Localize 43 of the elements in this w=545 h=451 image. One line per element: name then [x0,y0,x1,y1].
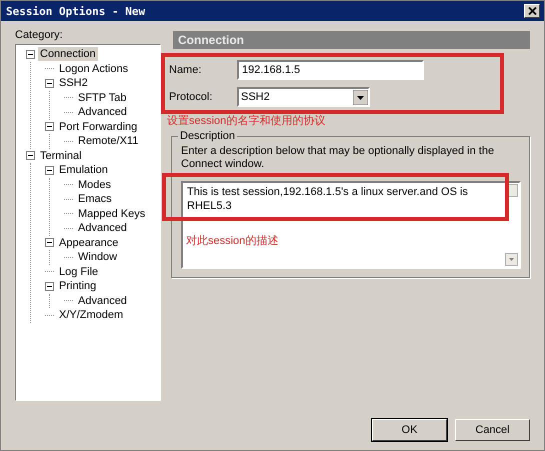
tree-item[interactable]: Terminal [38,148,84,163]
cancel-button[interactable]: Cancel [455,419,530,441]
collapse-icon[interactable] [45,166,54,175]
group-legend: Description [178,130,238,142]
close-icon [528,7,536,15]
category-label: Category: [15,29,64,41]
tree-item[interactable]: SSH2 [57,76,90,90]
protocol-label: Protocol: [169,91,214,103]
tree-item[interactable]: Printing [57,279,98,294]
tree-item[interactable]: Mapped Keys [76,206,148,221]
tree-item[interactable]: Window [76,250,120,264]
protocol-dropdown[interactable]: SSH2 [237,87,370,107]
collapse-icon[interactable] [45,78,54,88]
tree-item[interactable]: Advanced [76,105,129,120]
tree-item[interactable]: Modes [76,178,114,192]
tree-item[interactable]: Advanced [76,294,129,308]
tree-item[interactable]: Remote/X11 [76,134,140,148]
tree-item[interactable]: X/Y/Zmodem [57,308,126,322]
tree-item[interactable]: Connection [38,47,98,62]
tree-item[interactable]: SFTP Tab [76,90,129,105]
collapse-icon[interactable] [45,282,54,291]
tree-item[interactable]: Port Forwarding [57,120,140,134]
name-label: Name: [169,64,202,76]
collapse-icon[interactable] [26,50,35,59]
ok-button[interactable]: OK [372,419,447,441]
collapse-icon[interactable] [45,122,54,132]
section-header: Connection [173,31,530,49]
tree-item[interactable]: Appearance [57,236,120,250]
hint-text: Enter a description below that may be optionally displayed in the Connect window. [181,145,496,171]
tree-item[interactable]: Log File [57,264,100,279]
dropdown-arrow-icon [353,90,368,104]
name-field[interactable]: 192.168.1.5 [237,60,424,80]
collapse-icon[interactable] [26,151,35,160]
collapse-icon[interactable] [45,238,54,248]
close-button[interactable] [524,4,540,18]
scroll-down-icon[interactable] [505,253,518,266]
annotation-text: 对此session的描述 [186,234,278,248]
window-title: Session Options - New [6,4,146,18]
tree-item[interactable]: Emacs [76,192,114,206]
tree-item[interactable]: Emulation [57,163,110,178]
tree-item[interactable]: Advanced [76,221,129,236]
annotation-text: 设置session的名字和使用的协议 [167,115,326,128]
tree-item[interactable]: Logon Actions [57,62,130,76]
